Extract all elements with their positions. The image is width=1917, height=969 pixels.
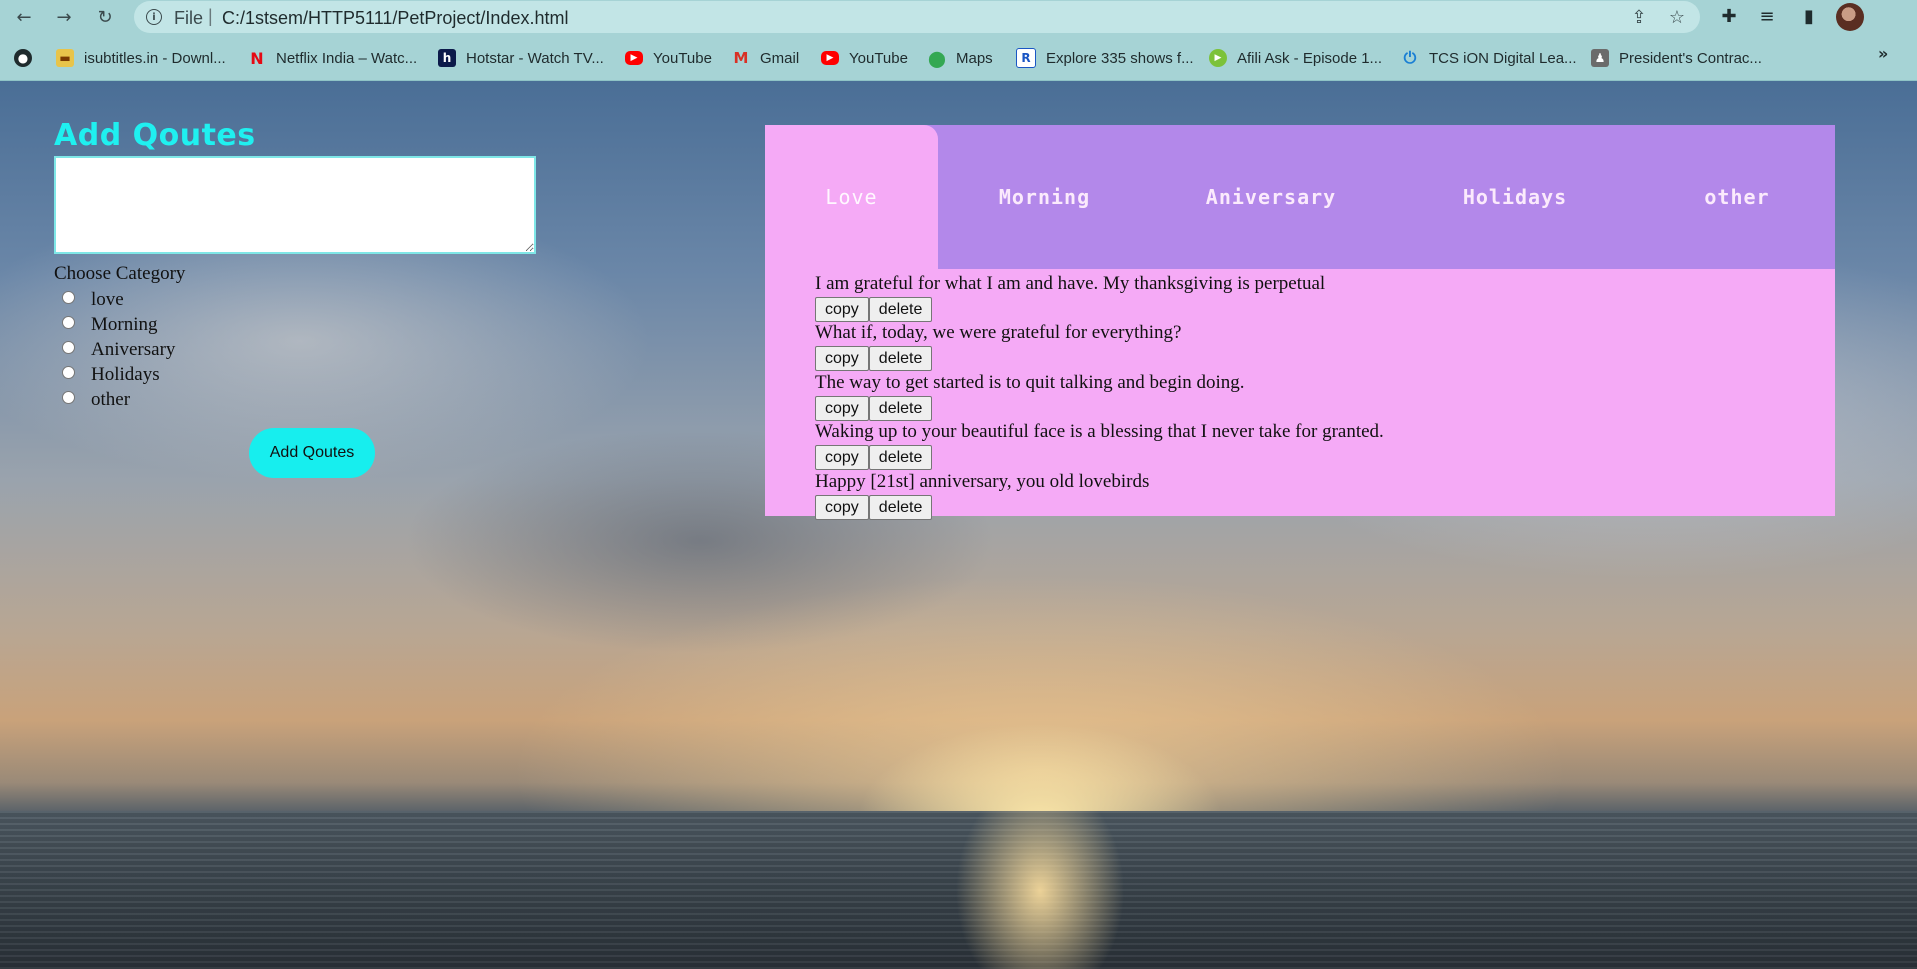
delete-button[interactable]: delete xyxy=(868,445,933,470)
side-panel-icon[interactable]: ▮ xyxy=(1797,5,1821,29)
forward-icon[interactable]: → xyxy=(51,4,77,30)
profile-avatar[interactable] xyxy=(1836,3,1864,31)
radio-aniversary[interactable] xyxy=(62,340,75,354)
bookmark-netflix[interactable]: N Netflix India – Watc... xyxy=(248,47,417,69)
bookmark-tcs-ion[interactable]: ⏻ TCS iON Digital Lea... xyxy=(1401,47,1577,69)
url-scheme: File xyxy=(174,8,204,28)
bookmark-afili-ask[interactable]: ▶ Afili Ask - Episode 1... xyxy=(1209,47,1382,69)
list-item: The way to get started is to quit talkin… xyxy=(815,372,1245,421)
url-separator: | xyxy=(208,6,213,26)
category-tabs: Love Morning Aniversary Holidays other xyxy=(765,125,1835,269)
category-label: Choose Category xyxy=(54,263,186,284)
tab-holidays[interactable]: Holidays xyxy=(1391,125,1639,269)
category-option-holidays[interactable]: Holidays xyxy=(62,364,160,386)
copy-button[interactable]: copy xyxy=(815,346,869,371)
category-option-other[interactable]: other xyxy=(62,389,130,411)
bookmark-label: YouTube xyxy=(653,49,712,67)
netflix-icon: N xyxy=(250,48,264,68)
bookmark-president[interactable]: ♟ President's Contrac... xyxy=(1591,47,1762,69)
bookmark-label: Explore 335 shows f... xyxy=(1046,49,1194,67)
delete-button[interactable]: delete xyxy=(868,346,933,371)
youtube-icon: ▶ xyxy=(625,51,643,65)
radio-holidays[interactable] xyxy=(62,365,75,379)
bookmark-label: YouTube xyxy=(849,49,908,67)
category-option-morning[interactable]: Morning xyxy=(62,314,158,336)
category-option-label: Aniversary xyxy=(91,339,176,360)
president-icon: ♟ xyxy=(1591,49,1609,67)
extensions-icon[interactable]: ✚ xyxy=(1717,5,1741,29)
github-bookmark[interactable]: ● xyxy=(14,47,32,69)
copy-button[interactable]: copy xyxy=(815,396,869,421)
category-option-label: love xyxy=(91,289,124,310)
bookmark-label: Netflix India – Watc... xyxy=(276,49,418,67)
list-item: Waking up to your beautiful face is a bl… xyxy=(815,421,1384,470)
isubtitles-icon: ▬ xyxy=(56,49,74,67)
bookmarks-bar: ● ▬ isubtitles.in - Downl... N Netflix I… xyxy=(0,34,1917,81)
bookmark-youtube-2[interactable]: ▶ YouTube xyxy=(821,47,908,69)
media-icon[interactable]: ≡ xyxy=(1755,5,1779,29)
reload-icon[interactable]: ↻ xyxy=(92,4,118,30)
star-icon[interactable]: ☆ xyxy=(1666,7,1688,29)
category-option-aniversary[interactable]: Aniversary xyxy=(62,339,175,361)
category-option-label: Holidays xyxy=(91,364,160,385)
share-icon[interactable]: ⇪ xyxy=(1628,7,1650,29)
tab-morning[interactable]: Morning xyxy=(938,125,1151,269)
hotstar-icon: h xyxy=(438,49,456,67)
gmail-icon: M xyxy=(733,49,749,67)
info-icon[interactable]: i xyxy=(146,9,162,25)
quote-text: Waking up to your beautiful face is a bl… xyxy=(815,421,1384,442)
quote-input[interactable] xyxy=(54,156,536,254)
quote-text: Happy [21st] anniversary, you old lovebi… xyxy=(815,471,1150,492)
play-icon: ▶ xyxy=(1209,49,1227,67)
bookmark-label: President's Contrac... xyxy=(1619,49,1762,67)
sea-background xyxy=(0,811,1917,969)
copy-button[interactable]: copy xyxy=(815,495,869,520)
bookmark-label: Gmail xyxy=(760,49,800,67)
tab-love[interactable]: Love xyxy=(765,125,938,269)
bookmark-label: isubtitles.in - Downl... xyxy=(84,49,226,67)
github-icon: ● xyxy=(14,49,32,67)
bookmark-maps[interactable]: ⬤ Maps xyxy=(928,47,993,69)
bookmark-isubtitles[interactable]: ▬ isubtitles.in - Downl... xyxy=(56,47,226,69)
radio-other[interactable] xyxy=(62,390,75,404)
bookmark-label: Hotstar - Watch TV... xyxy=(466,49,604,67)
delete-button[interactable]: delete xyxy=(868,495,933,520)
add-quotes-button[interactable]: Add Qoutes xyxy=(249,428,375,478)
tab-other[interactable]: other xyxy=(1639,125,1835,269)
explore-icon: R xyxy=(1016,48,1036,68)
list-item: I am grateful for what I am and have. My… xyxy=(815,273,1325,322)
category-option-love[interactable]: love xyxy=(62,289,124,311)
list-item: Happy [21st] anniversary, you old lovebi… xyxy=(815,471,1149,520)
bookmark-label: Afili Ask - Episode 1... xyxy=(1237,49,1383,67)
bookmark-hotstar[interactable]: h Hotstar - Watch TV... xyxy=(438,47,604,69)
tcs-icon: ⏻ xyxy=(1403,48,1417,67)
youtube-icon: ▶ xyxy=(821,51,839,65)
bookmark-youtube[interactable]: ▶ YouTube xyxy=(625,47,712,69)
bookmark-gmail[interactable]: M Gmail xyxy=(732,47,800,69)
browser-toolbar: ← → ↻ i File | C:/1stsem/HTTP5111/PetPro… xyxy=(0,0,1917,34)
url-text[interactable]: C:/1stsem/HTTP5111/PetProject/Index.html xyxy=(222,8,568,29)
radio-love[interactable] xyxy=(62,290,75,304)
bookmark-explore[interactable]: R Explore 335 shows f... xyxy=(1016,47,1194,69)
quote-text: What if, today, we were grateful for eve… xyxy=(815,322,1182,343)
copy-button[interactable]: copy xyxy=(815,297,869,322)
list-item: What if, today, we were grateful for eve… xyxy=(815,322,1181,371)
address-bar[interactable]: i File | C:/1stsem/HTTP5111/PetProject/I… xyxy=(134,1,1700,33)
quote-text: The way to get started is to quit talkin… xyxy=(815,372,1245,393)
quote-text: I am grateful for what I am and have. My… xyxy=(815,273,1326,294)
delete-button[interactable]: delete xyxy=(868,297,933,322)
bookmark-label: Maps xyxy=(956,49,993,67)
category-option-label: other xyxy=(91,389,131,410)
quotes-panel: Love Morning Aniversary Holidays other I… xyxy=(765,125,1835,520)
radio-morning[interactable] xyxy=(62,315,75,329)
back-icon[interactable]: ← xyxy=(11,4,37,30)
more-bookmarks-icon[interactable]: » xyxy=(1878,44,1888,63)
category-option-label: Morning xyxy=(91,314,158,335)
form-title: Add Qoutes xyxy=(54,118,256,153)
copy-button[interactable]: copy xyxy=(815,445,869,470)
delete-button[interactable]: delete xyxy=(868,396,933,421)
maps-icon: ⬤ xyxy=(928,48,946,68)
tab-aniversary[interactable]: Aniversary xyxy=(1151,125,1391,269)
bookmark-label: TCS iON Digital Lea... xyxy=(1429,49,1577,67)
